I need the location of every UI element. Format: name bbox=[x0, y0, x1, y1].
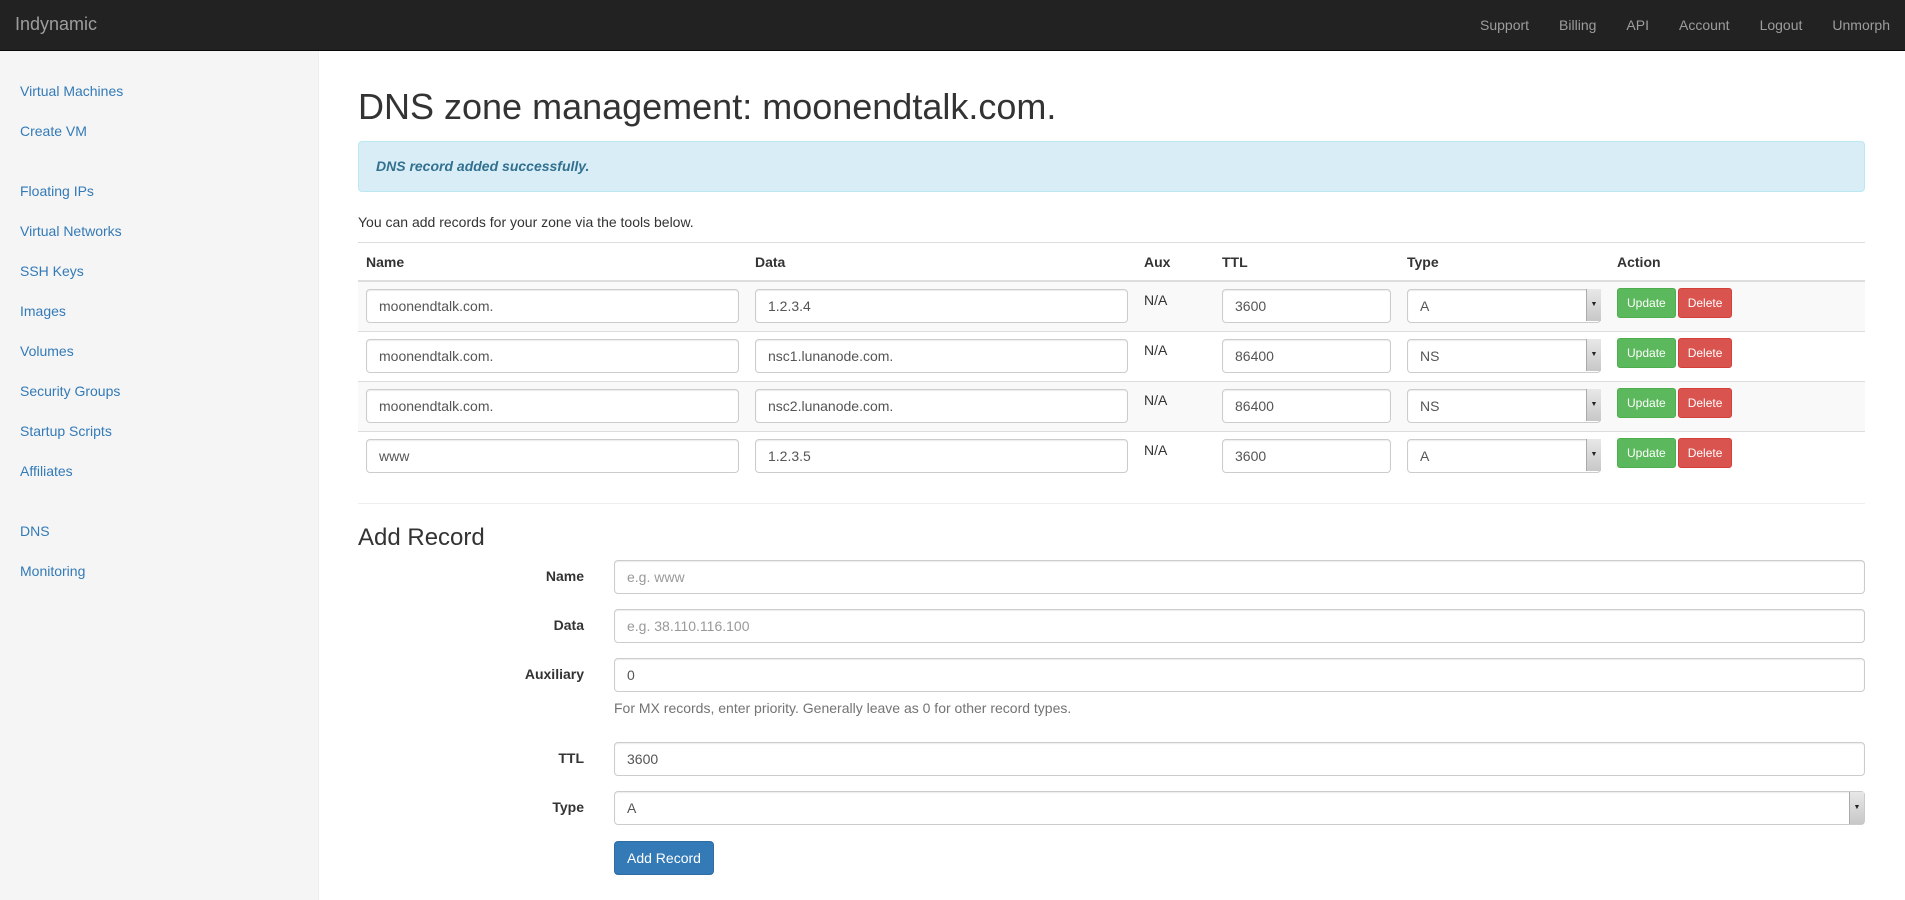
delete-button[interactable]: Delete bbox=[1677, 338, 1733, 368]
record-data-input[interactable]: nsc2.lunanode.com. bbox=[755, 389, 1128, 423]
record-aux-value: N/A bbox=[1144, 442, 1168, 459]
sidebar: Virtual Machines Create VM Floating IPs … bbox=[0, 51, 319, 900]
update-button[interactable]: Update bbox=[1617, 438, 1676, 469]
record-data-input[interactable]: 1.2.3.4 bbox=[755, 289, 1128, 324]
record-type-select[interactable]: NS ▼ bbox=[1407, 389, 1601, 423]
sidebar-item-monitoring[interactable]: Monitoring bbox=[20, 563, 85, 579]
record-name-input[interactable]: moonendtalk.com. bbox=[366, 389, 739, 423]
delete-button[interactable]: Delete bbox=[1677, 438, 1733, 469]
col-header-name: Name bbox=[358, 242, 747, 282]
sidebar-item-create-vm[interactable]: Create VM bbox=[20, 123, 87, 139]
chevron-down-icon: ▼ bbox=[1586, 289, 1601, 322]
record-aux-value: N/A bbox=[1144, 342, 1168, 358]
sidebar-item-ssh-keys[interactable]: SSH Keys bbox=[20, 263, 84, 279]
update-button[interactable]: Update bbox=[1617, 288, 1676, 319]
page-title: DNS zone management: moonendtalk.com. bbox=[358, 86, 1057, 127]
nav-account-link[interactable]: Account bbox=[1664, 0, 1745, 50]
nav-links: Support Billing API Account Logout Unmor… bbox=[1465, 0, 1905, 50]
type-select[interactable]: A ▼ bbox=[614, 791, 1865, 825]
record-type-select[interactable]: A ▼ bbox=[1407, 439, 1601, 474]
sidebar-item-virtual-machines[interactable]: Virtual Machines bbox=[20, 83, 123, 99]
nav-support-link[interactable]: Support bbox=[1465, 0, 1544, 50]
brand-logo[interactable]: Indynamic bbox=[15, 14, 97, 35]
nav-api-link[interactable]: API bbox=[1611, 0, 1664, 50]
type-select-value: A bbox=[627, 800, 637, 816]
chevron-down-icon: ▼ bbox=[1586, 389, 1601, 421]
record-aux-value: N/A bbox=[1144, 392, 1168, 408]
record-type-select[interactable]: NS ▼ bbox=[1407, 339, 1601, 373]
name-field[interactable]: e.g. www bbox=[614, 560, 1865, 594]
name-label: Name bbox=[545, 568, 584, 584]
table-row: moonendtalk.com. nsc1.lunanode.com. N/A … bbox=[358, 330, 1865, 381]
chevron-down-icon: ▼ bbox=[1849, 792, 1864, 824]
data-field[interactable]: e.g. 38.110.116.100 bbox=[614, 609, 1865, 643]
record-data-input[interactable]: 1.2.3.5 bbox=[755, 439, 1128, 474]
auxiliary-field[interactable]: 0 bbox=[614, 658, 1865, 692]
add-record-button[interactable]: Add Record bbox=[614, 841, 714, 875]
col-header-type: Type bbox=[1399, 242, 1609, 282]
record-ttl-input[interactable]: 86400 bbox=[1222, 389, 1391, 423]
record-ttl-input[interactable]: 3600 bbox=[1222, 289, 1391, 324]
update-button[interactable]: Update bbox=[1617, 338, 1676, 368]
sidebar-item-virtual-networks[interactable]: Virtual Networks bbox=[20, 223, 122, 239]
nav-logout-link[interactable]: Logout bbox=[1745, 0, 1818, 50]
nav-unmorph-link[interactable]: Unmorph bbox=[1817, 0, 1905, 50]
sidebar-item-floating-ips[interactable]: Floating IPs bbox=[20, 183, 94, 199]
add-record-heading: Add Record bbox=[358, 524, 485, 551]
col-header-aux: Aux bbox=[1136, 242, 1214, 282]
data-label: Data bbox=[553, 617, 584, 633]
record-ttl-input[interactable]: 3600 bbox=[1222, 439, 1391, 474]
type-label: Type bbox=[552, 799, 584, 815]
record-aux-value: N/A bbox=[1144, 292, 1168, 309]
table-header-row: Name Data Aux TTL Type Action bbox=[358, 242, 1865, 282]
sidebar-item-images[interactable]: Images bbox=[20, 303, 66, 319]
sidebar-item-dns[interactable]: DNS bbox=[20, 523, 50, 539]
dns-records-table: Name Data Aux TTL Type Action moonendtal… bbox=[358, 242, 1865, 481]
record-type-value: NS bbox=[1407, 389, 1601, 423]
intro-text: You can add records for your zone via th… bbox=[358, 214, 694, 230]
chevron-down-icon: ▼ bbox=[1586, 339, 1601, 371]
record-name-input[interactable]: moonendtalk.com. bbox=[366, 339, 739, 373]
sidebar-item-volumes[interactable]: Volumes bbox=[20, 343, 74, 359]
record-name-input[interactable]: moonendtalk.com. bbox=[366, 289, 739, 324]
chevron-down-icon: ▼ bbox=[1586, 439, 1601, 472]
record-data-input[interactable]: nsc1.lunanode.com. bbox=[755, 339, 1128, 373]
ttl-field[interactable]: 3600 bbox=[614, 742, 1865, 776]
table-row: moonendtalk.com. nsc2.lunanode.com. N/A … bbox=[358, 380, 1865, 431]
record-ttl-input[interactable]: 86400 bbox=[1222, 339, 1391, 373]
sidebar-item-security-groups[interactable]: Security Groups bbox=[20, 383, 120, 399]
col-header-ttl: TTL bbox=[1214, 242, 1399, 282]
update-button[interactable]: Update bbox=[1617, 388, 1676, 418]
nav-billing-link[interactable]: Billing bbox=[1544, 0, 1611, 50]
record-type-value: A bbox=[1407, 439, 1601, 474]
top-navbar: Indynamic Support Billing API Account Lo… bbox=[0, 0, 1905, 51]
table-row: moonendtalk.com. 1.2.3.4 N/A 3600 A ▼ Upd… bbox=[358, 280, 1865, 331]
section-divider bbox=[358, 503, 1865, 504]
table-row: www 1.2.3.5 N/A 3600 A ▼ Update Delete bbox=[358, 430, 1865, 481]
ttl-label: TTL bbox=[558, 750, 584, 766]
record-type-value: A bbox=[1407, 289, 1601, 324]
col-header-action: Action bbox=[1609, 242, 1865, 282]
record-name-input[interactable]: www bbox=[366, 439, 739, 474]
delete-button[interactable]: Delete bbox=[1677, 288, 1733, 319]
auxiliary-label: Auxiliary bbox=[524, 666, 584, 682]
success-alert: DNS record added successfully. bbox=[358, 141, 1865, 192]
record-type-select[interactable]: A ▼ bbox=[1407, 289, 1601, 324]
sidebar-item-affiliates[interactable]: Affiliates bbox=[20, 463, 73, 479]
delete-button[interactable]: Delete bbox=[1677, 388, 1733, 418]
record-type-value: NS bbox=[1407, 339, 1601, 373]
sidebar-item-startup-scripts[interactable]: Startup Scripts bbox=[20, 423, 112, 439]
auxiliary-help-text: For MX records, enter priority. Generall… bbox=[614, 700, 1072, 716]
col-header-data: Data bbox=[747, 242, 1136, 282]
